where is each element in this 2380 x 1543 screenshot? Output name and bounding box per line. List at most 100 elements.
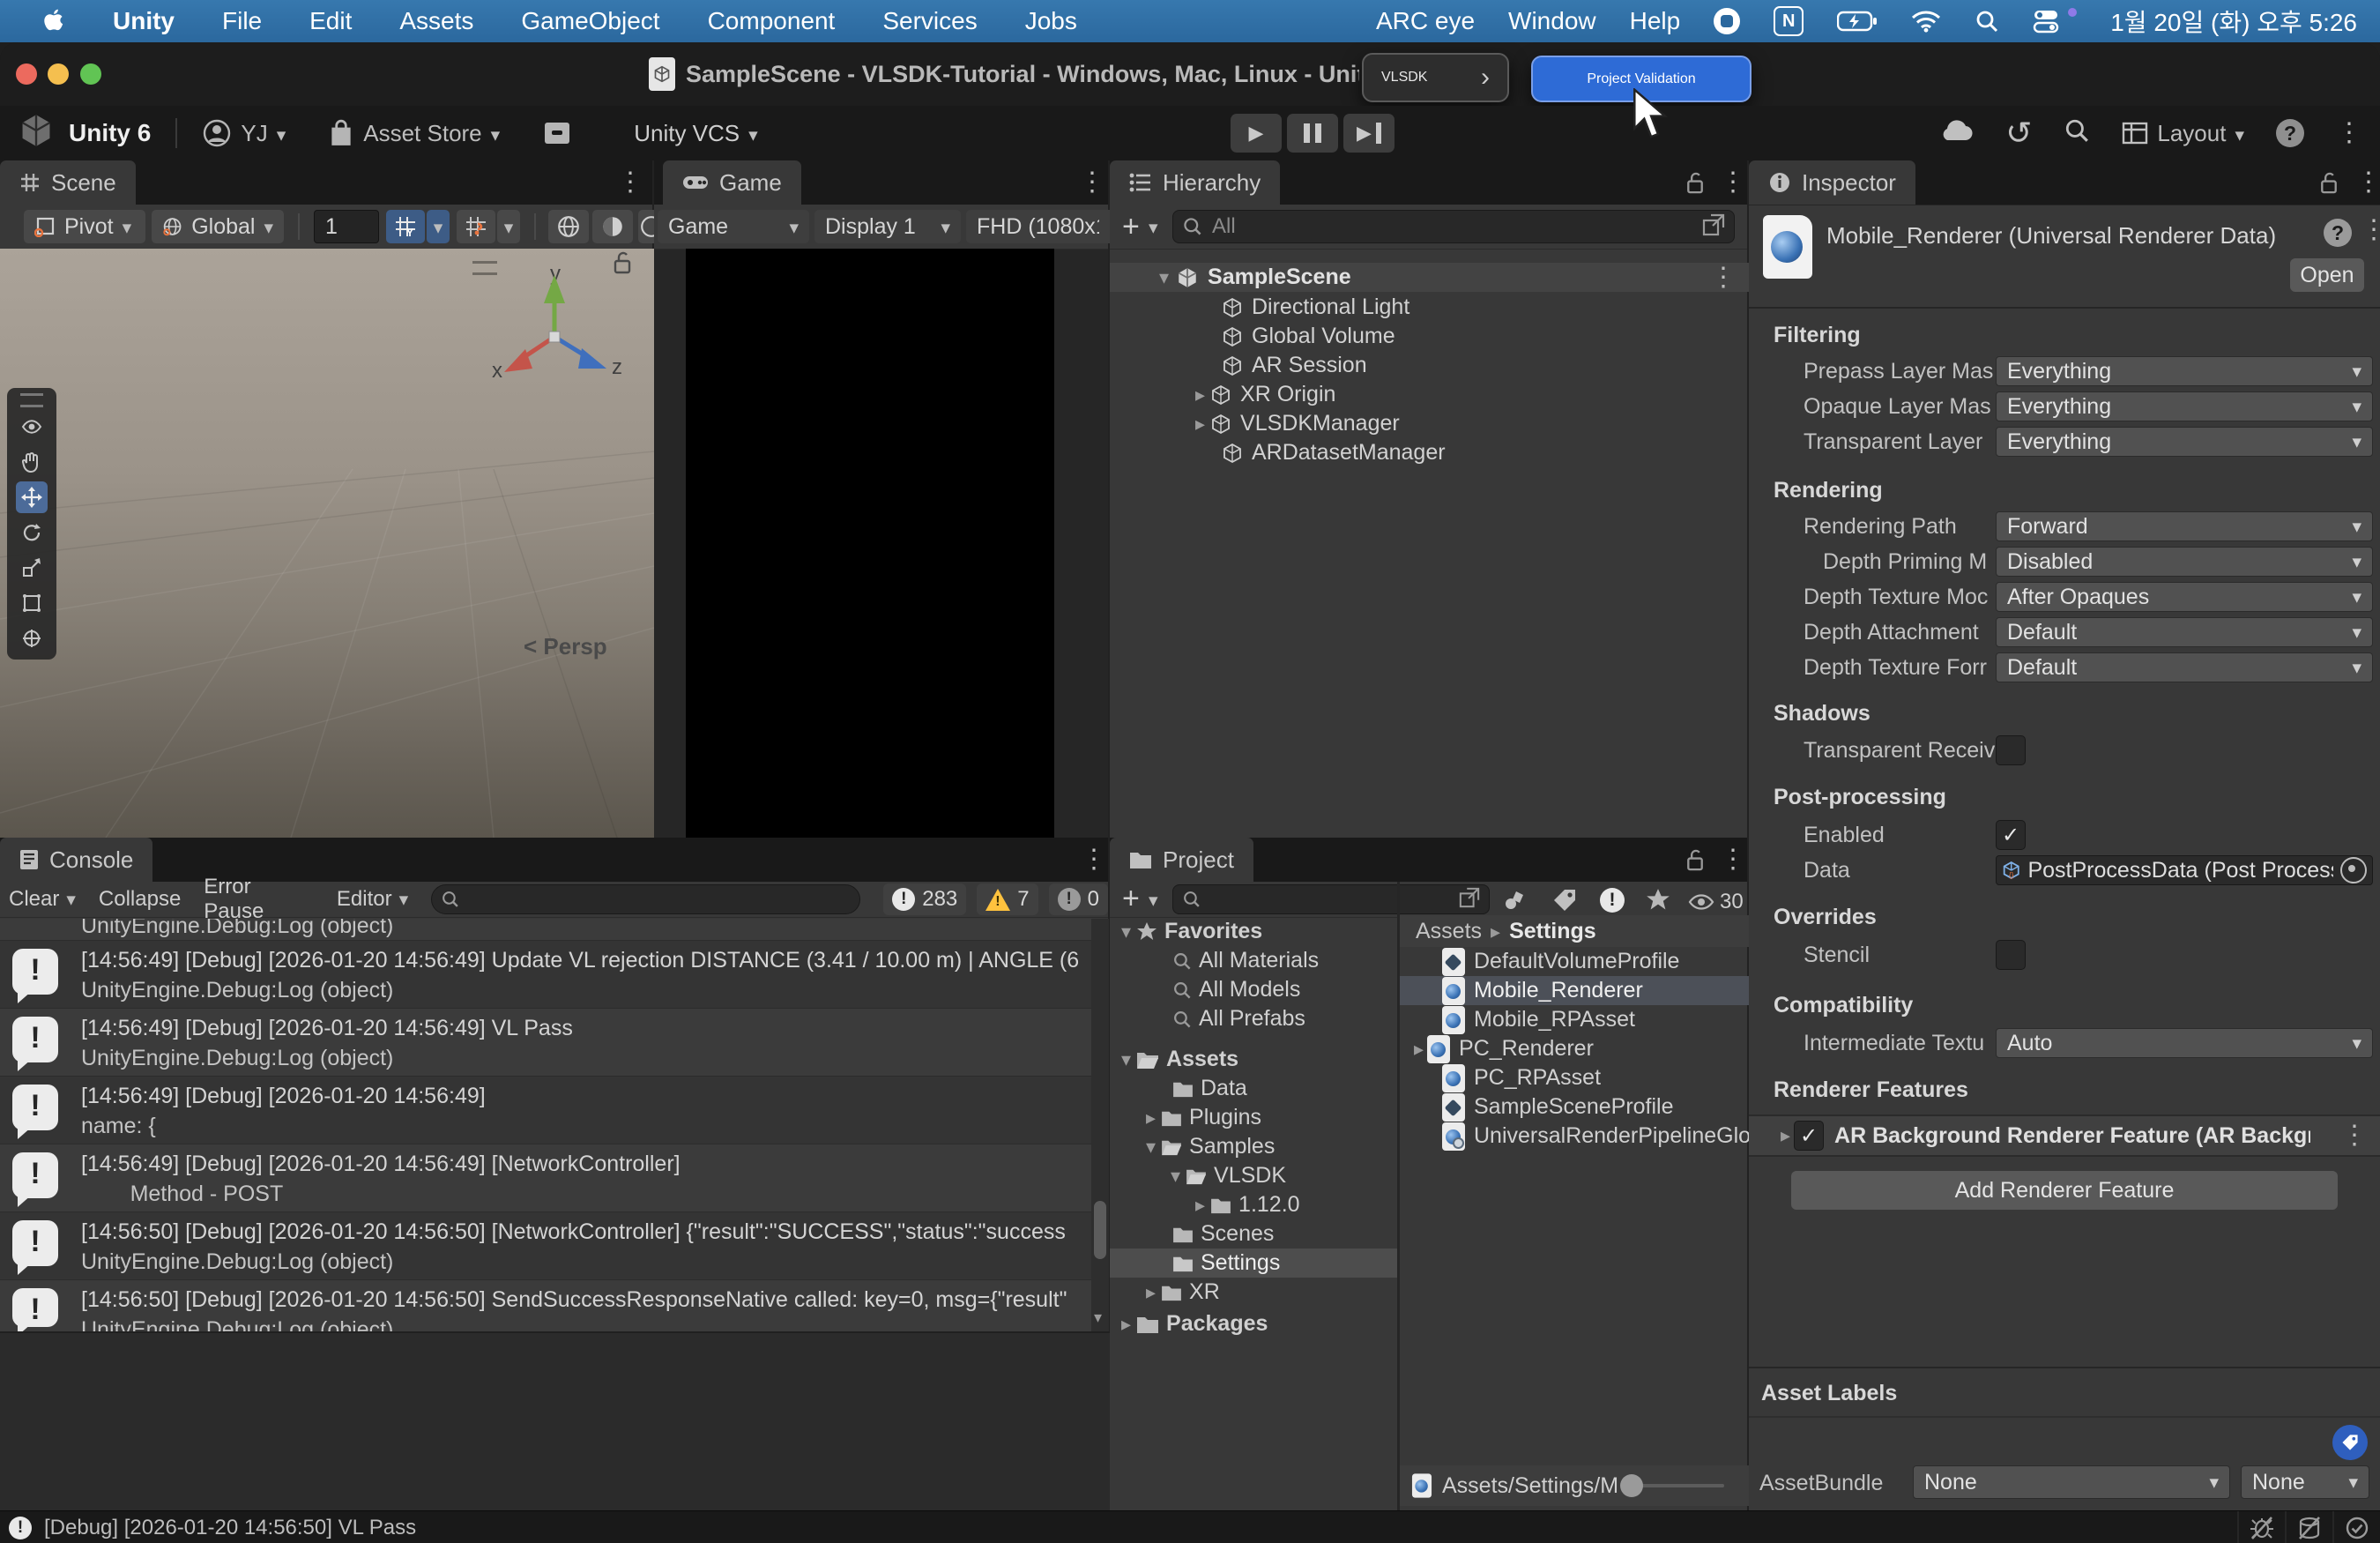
log-entry[interactable]: ! [14:56:49] [Debug] [2026-01-20 14:56:4… bbox=[0, 1144, 1091, 1212]
menubar-clock[interactable]: 1월 20일 (화) 오후 5:26 bbox=[2110, 4, 2357, 39]
asset-defaultvolumeprofile[interactable]: DefaultVolumeProfile bbox=[1400, 947, 1749, 976]
inspector-help-icon[interactable]: ? bbox=[2324, 219, 2352, 247]
tree-folder-xr[interactable]: XR bbox=[1110, 1278, 1397, 1307]
asset-samplesceneprofile[interactable]: SampleSceneProfile bbox=[1400, 1092, 1749, 1122]
notion-icon[interactable]: N bbox=[1774, 6, 1804, 36]
view-tool-button[interactable] bbox=[16, 411, 48, 443]
transparent-layer-mask-dropdown[interactable]: Everything bbox=[1996, 427, 2373, 457]
inspector-panel-kebab-icon[interactable] bbox=[2355, 169, 2380, 196]
grid-size-field[interactable] bbox=[314, 210, 379, 243]
tab-project[interactable]: Project bbox=[1110, 838, 1253, 882]
scene-visibility-button[interactable] bbox=[592, 210, 633, 243]
tools-drag-handle[interactable] bbox=[20, 393, 43, 407]
layout-dropdown[interactable]: Layout bbox=[2122, 120, 2244, 147]
game-panel-kebab-icon[interactable] bbox=[1079, 169, 1105, 196]
project-search-field[interactable] bbox=[1172, 884, 1490, 914]
scene-viewport[interactable]: y x z < Persp bbox=[0, 249, 654, 838]
menubar-item-gameobject[interactable]: GameObject bbox=[521, 7, 659, 35]
tree-folder-settings[interactable]: Settings bbox=[1110, 1249, 1397, 1278]
projection-label[interactable]: < Persp bbox=[524, 633, 607, 660]
cache-server-disabled-icon[interactable] bbox=[2287, 1517, 2332, 1539]
control-center-icon[interactable] bbox=[2033, 8, 2059, 34]
scene-panel-kebab-icon[interactable] bbox=[617, 169, 643, 196]
console-detail-pane[interactable] bbox=[0, 1331, 1110, 1512]
breadcrumb-assets[interactable]: Assets bbox=[1416, 919, 1482, 944]
log-count-toggle[interactable]: ! 283 bbox=[883, 883, 966, 915]
favorite-all-models[interactable]: All Models bbox=[1110, 975, 1397, 1004]
prepass-layer-mask-dropdown[interactable]: Everything bbox=[1996, 356, 2373, 386]
screen-record-icon[interactable] bbox=[1714, 8, 1740, 34]
tree-folder-1-12-0[interactable]: 1.12.0 bbox=[1110, 1190, 1397, 1219]
project-panel-kebab-icon[interactable] bbox=[1720, 846, 1746, 873]
console-scrollbar[interactable]: ▾ bbox=[1091, 919, 1109, 1331]
log-entry[interactable]: ! [14:56:49] [Debug] [2026-01-20 14:56:4… bbox=[0, 941, 1091, 1009]
scene-row-kebab-icon[interactable] bbox=[1710, 265, 1737, 291]
tab-scene[interactable]: Scene bbox=[0, 160, 136, 205]
close-window-button[interactable] bbox=[16, 63, 37, 85]
menubar-item-assets[interactable]: Assets bbox=[399, 7, 473, 35]
search-popout-icon[interactable] bbox=[1702, 213, 1725, 241]
spotlight-search-icon[interactable] bbox=[1975, 9, 1999, 34]
snap-increment-caret-button[interactable] bbox=[497, 210, 520, 243]
apple-menu-icon[interactable] bbox=[42, 8, 65, 34]
project-lock-icon[interactable] bbox=[1685, 848, 1706, 876]
console-panel-kebab-icon[interactable] bbox=[1081, 846, 1107, 873]
log-entry[interactable]: ! [14:56:50] [Debug] [2026-01-20 14:56:5… bbox=[0, 1280, 1091, 1332]
hierarchy-panel-kebab-icon[interactable] bbox=[1720, 169, 1746, 196]
project-search-input[interactable] bbox=[1209, 886, 1452, 913]
account-menu[interactable]: YJ bbox=[202, 118, 286, 148]
log-filter-icon[interactable]: ! bbox=[1600, 888, 1625, 913]
cloud-icon[interactable] bbox=[1937, 117, 1974, 150]
tree-folder-scenes[interactable]: Scenes bbox=[1110, 1219, 1397, 1249]
asset-store-menu[interactable]: Asset Store bbox=[328, 118, 500, 148]
favorite-all-materials[interactable]: All Materials bbox=[1110, 946, 1397, 975]
feature-expander-icon[interactable] bbox=[1781, 1124, 1790, 1147]
breadcrumb-settings[interactable]: Settings bbox=[1509, 919, 1596, 944]
snap-increment-button[interactable] bbox=[457, 210, 495, 243]
menubar-item-unity[interactable]: Unity bbox=[113, 7, 175, 35]
pause-button[interactable] bbox=[1287, 114, 1338, 153]
hierarchy-item-xr-origin[interactable]: XR Origin bbox=[1110, 380, 1749, 409]
menubar-item-services[interactable]: Services bbox=[882, 7, 977, 35]
depth-priming-mode-dropdown[interactable]: Disabled bbox=[1996, 547, 2373, 577]
gizmo-lock-icon[interactable] bbox=[612, 250, 633, 280]
hierarchy-item-ardatasetmanager[interactable]: ARDatasetManager bbox=[1110, 438, 1749, 467]
assetbundle-dropdown[interactable]: None bbox=[1913, 1465, 2230, 1499]
move-tool-button[interactable] bbox=[16, 481, 48, 513]
log-entry-partial[interactable]: UnityEngine.Debug:Log (object) bbox=[0, 919, 1091, 941]
global-dropdown[interactable]: Global bbox=[152, 210, 284, 243]
tab-hierarchy[interactable]: Hierarchy bbox=[1110, 160, 1280, 205]
game-mode-dropdown[interactable]: Game bbox=[658, 210, 809, 243]
search-by-type-icon[interactable] bbox=[1503, 888, 1528, 917]
scene-expander-icon[interactable] bbox=[1159, 265, 1169, 290]
console-search-field[interactable] bbox=[431, 884, 860, 914]
tab-game[interactable]: Game bbox=[663, 160, 801, 205]
object-picker-icon[interactable] bbox=[2340, 857, 2367, 883]
step-button[interactable]: ▶ bbox=[1343, 114, 1395, 153]
favorite-all-prefabs[interactable]: All Prefabs bbox=[1110, 1004, 1397, 1033]
tree-folder-vlsdk[interactable]: VLSDK bbox=[1110, 1161, 1397, 1190]
hierarchy-search-input[interactable] bbox=[1210, 213, 1695, 240]
menubar-item-help[interactable]: Help bbox=[1630, 7, 1681, 35]
editor-statusbar[interactable]: ! [Debug] [2026-01-20 14:56:50] VL Pass bbox=[0, 1510, 2380, 1543]
rotate-tool-button[interactable] bbox=[16, 517, 48, 548]
visible-items-indicator[interactable]: 30 bbox=[1688, 890, 1744, 914]
game-viewport[interactable] bbox=[686, 249, 1054, 838]
thumbnail-slider-thumb[interactable] bbox=[1620, 1474, 1643, 1497]
asset-pc-renderer[interactable]: PC_Renderer bbox=[1400, 1034, 1749, 1063]
display-dropdown[interactable]: Display 1 bbox=[814, 210, 961, 243]
scale-tool-button[interactable] bbox=[16, 552, 48, 584]
unity-vcs-menu[interactable]: Unity VCS bbox=[634, 120, 757, 147]
tree-folder-plugins[interactable]: Plugins bbox=[1110, 1103, 1397, 1132]
log-entry[interactable]: ! [14:56:50] [Debug] [2026-01-20 14:56:5… bbox=[0, 1212, 1091, 1280]
log-entry[interactable]: ! [14:56:49] [Debug] [2026-01-20 14:56:4… bbox=[0, 1077, 1091, 1144]
item-expander-icon[interactable] bbox=[1195, 382, 1205, 407]
hierarchy-lock-icon[interactable] bbox=[1685, 171, 1706, 199]
post-enabled-checkbox[interactable]: ✓ bbox=[1996, 820, 2026, 850]
scene-lighting-button[interactable] bbox=[548, 210, 589, 243]
depth-texture-format-dropdown[interactable]: Default bbox=[1996, 652, 2373, 682]
orientation-gizmo[interactable]: y x z bbox=[490, 265, 622, 390]
battery-icon[interactable] bbox=[1837, 10, 1878, 33]
add-renderer-feature-button[interactable]: Add Renderer Feature bbox=[1791, 1171, 2338, 1210]
asset-pc-rpasset[interactable]: PC_RPAsset bbox=[1400, 1063, 1749, 1092]
